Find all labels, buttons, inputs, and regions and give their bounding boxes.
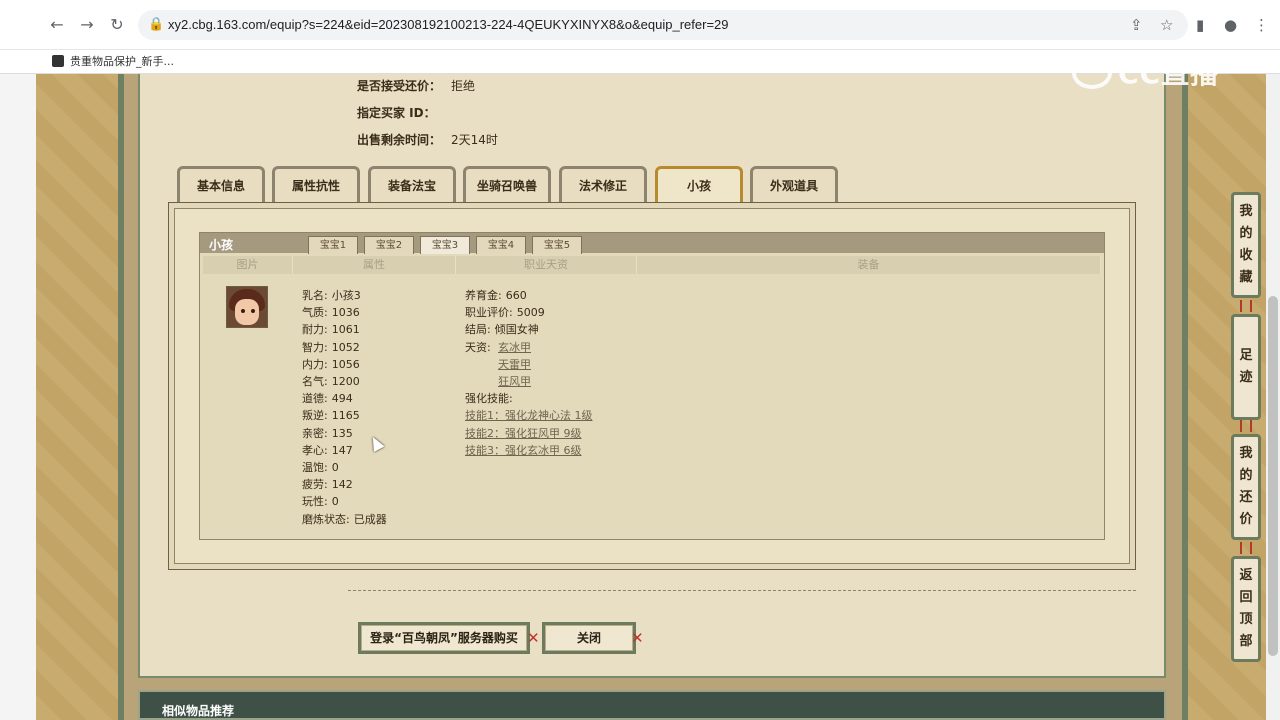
attr-row: 亲密: 135 bbox=[302, 427, 353, 440]
attr-row: 道德: 494 bbox=[302, 392, 353, 405]
back-icon[interactable]: ← bbox=[46, 14, 68, 36]
tab-mounts[interactable]: 坐骑召唤兽 bbox=[463, 166, 551, 202]
share-icon[interactable]: ⇪ bbox=[1130, 16, 1143, 34]
bookmark-icon bbox=[52, 55, 64, 67]
child-portrait bbox=[226, 286, 268, 328]
attr-row: 温饱: 0 bbox=[302, 461, 339, 474]
watermark: CC直播 bbox=[1072, 52, 1242, 92]
attr-row: 智力: 1052 bbox=[302, 341, 360, 354]
tab-equipment[interactable]: 装备法宝 bbox=[368, 166, 456, 202]
tab-spells[interactable]: 法术修正 bbox=[559, 166, 647, 202]
buyer-row: 指定买家 ID： bbox=[357, 104, 446, 121]
back-to-top-button[interactable]: 返回顶部 bbox=[1231, 556, 1261, 662]
tab-basic-info[interactable]: 基本信息 bbox=[177, 166, 265, 202]
column-equipment: 装备 bbox=[637, 256, 1101, 274]
side-connector bbox=[1240, 420, 1252, 432]
counter-offer-label: 是否接受还价： bbox=[357, 79, 442, 93]
left-pattern bbox=[36, 74, 126, 720]
skills-label: 强化技能: bbox=[465, 392, 513, 405]
skill-link[interactable]: 技能3：强化玄冰甲 6级 bbox=[465, 442, 582, 458]
watermark-text: CC直播 bbox=[1118, 57, 1220, 90]
bookmark-item[interactable]: 贵重物品保护_新手... bbox=[52, 53, 174, 69]
attr-row: 叛逆: 1165 bbox=[302, 409, 360, 422]
column-image: 图片 bbox=[203, 256, 293, 274]
child-panel-title: 小孩 bbox=[209, 238, 234, 252]
counter-offer-value: 拒绝 bbox=[451, 79, 476, 93]
talent-link[interactable]: 天雷甲 bbox=[498, 356, 531, 372]
attr-row: 孝心: 147 bbox=[302, 444, 353, 457]
career-fee: 养育金: 660 bbox=[465, 289, 527, 302]
sidebar-icon[interactable]: ▮ bbox=[1196, 16, 1204, 34]
subtab-baby-1[interactable]: 宝宝1 bbox=[308, 236, 358, 254]
column-attributes: 属性 bbox=[293, 256, 456, 274]
buyer-label: 指定买家 ID： bbox=[357, 106, 436, 120]
talent-link[interactable]: 狂风甲 bbox=[498, 373, 531, 389]
subtab-baby-4[interactable]: 宝宝4 bbox=[476, 236, 526, 254]
bookmark-label: 贵重物品保护_新手... bbox=[70, 55, 174, 68]
similar-items-title: 相似物品推荐 bbox=[162, 704, 235, 718]
reload-icon[interactable]: ↻ bbox=[106, 14, 128, 36]
subtab-baby-2[interactable]: 宝宝2 bbox=[364, 236, 414, 254]
profile-icon[interactable]: ● bbox=[1224, 16, 1237, 34]
remaining-row: 出售剩余时间： 2天14时 bbox=[357, 131, 498, 148]
footprint-button[interactable]: 足迹 bbox=[1231, 314, 1261, 420]
counter-offer-row: 是否接受还价： 拒绝 bbox=[357, 77, 475, 94]
attr-row: 乳名: 小孩3 bbox=[302, 289, 361, 302]
address-bar[interactable]: 🔒 xy2.cbg.163.com/equip?s=224&eid=202308… bbox=[138, 10, 1188, 40]
star-icon[interactable]: ☆ bbox=[1160, 16, 1173, 34]
close-button[interactable]: 关闭 bbox=[542, 622, 636, 654]
url-text: xy2.cbg.163.com/equip?s=224&eid=20230819… bbox=[168, 17, 729, 32]
attr-row: 磨炼状态: 已成器 bbox=[302, 513, 387, 526]
scroll-thumb[interactable] bbox=[1268, 296, 1278, 656]
subtab-baby-3[interactable]: 宝宝3 bbox=[420, 236, 470, 254]
side-connector bbox=[1240, 300, 1252, 312]
forward-icon[interactable]: → bbox=[76, 14, 98, 36]
skill-link[interactable]: 技能1：强化龙神心法 1级 bbox=[465, 407, 593, 423]
attr-row: 内力: 1056 bbox=[302, 358, 360, 371]
attr-row: 玩性: 0 bbox=[302, 495, 339, 508]
career-score: 职业评价: 5009 bbox=[465, 306, 545, 319]
attr-row: 名气: 1200 bbox=[302, 375, 360, 388]
skill-link[interactable]: 技能2：强化狂风甲 9级 bbox=[465, 425, 582, 441]
similar-items-bar bbox=[138, 690, 1166, 720]
close-x-icon: ✕ bbox=[527, 629, 540, 647]
talent-link[interactable]: 玄冰甲 bbox=[498, 339, 531, 355]
login-buy-button[interactable]: 登录“百鸟朝凤”服务器购买 bbox=[358, 622, 530, 654]
close-x-icon: ✕ bbox=[631, 629, 644, 647]
tab-children[interactable]: 小孩 bbox=[655, 166, 743, 202]
career-talent-label: 天资: bbox=[465, 341, 491, 354]
attr-row: 气质: 1036 bbox=[302, 306, 360, 319]
left-strip bbox=[0, 74, 36, 720]
tab-attributes[interactable]: 属性抗性 bbox=[272, 166, 360, 202]
attr-row: 疲劳: 142 bbox=[302, 478, 353, 491]
attr-row: 耐力: 1061 bbox=[302, 323, 360, 336]
lock-icon: 🔒 bbox=[148, 17, 165, 32]
my-favorites-button[interactable]: 我的收藏 bbox=[1231, 192, 1261, 298]
side-connector bbox=[1240, 542, 1252, 554]
career-ending: 结局: 倾国女神 bbox=[465, 323, 539, 336]
subtab-baby-5[interactable]: 宝宝5 bbox=[532, 236, 582, 254]
divider bbox=[348, 590, 1136, 591]
column-career: 职业天资 bbox=[456, 256, 637, 274]
my-offer-button[interactable]: 我的还价 bbox=[1231, 434, 1261, 540]
browser-toolbar: ← → ↻ 🔒 xy2.cbg.163.com/equip?s=224&eid=… bbox=[0, 0, 1280, 50]
menu-icon[interactable]: ⋮ bbox=[1254, 16, 1269, 34]
tab-appearance[interactable]: 外观道具 bbox=[750, 166, 838, 202]
remaining-label: 出售剩余时间： bbox=[357, 133, 442, 147]
remaining-value: 2天14时 bbox=[451, 133, 498, 147]
watermark-logo-icon bbox=[1072, 57, 1112, 89]
